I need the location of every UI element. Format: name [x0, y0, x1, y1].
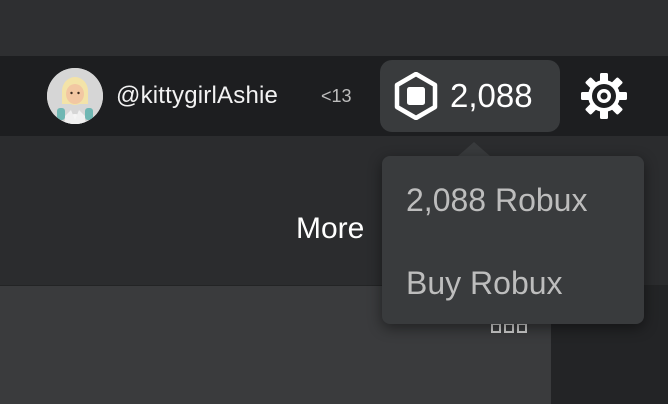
- age-badge: <13: [321, 86, 352, 106]
- username[interactable]: @kittygirlAshie: [116, 82, 278, 110]
- top-strip: [0, 0, 668, 56]
- robux-icon: [394, 72, 438, 120]
- robux-dropdown: 2,088 Robux Buy Robux: [382, 156, 644, 324]
- robux-balance: 2,088: [450, 77, 533, 114]
- gear-icon: [581, 73, 627, 119]
- robux-button[interactable]: 2,088: [380, 60, 560, 132]
- avatar-icon: [47, 68, 103, 124]
- buy-robux-link[interactable]: Buy Robux: [406, 265, 563, 302]
- robux-balance-item: 2,088 Robux: [406, 182, 588, 218]
- more-options-icon[interactable]: [491, 323, 527, 335]
- avatar[interactable]: [47, 68, 103, 124]
- dropdown-caret: [458, 142, 490, 156]
- section-title: More: [296, 212, 365, 245]
- settings-button[interactable]: [578, 70, 630, 122]
